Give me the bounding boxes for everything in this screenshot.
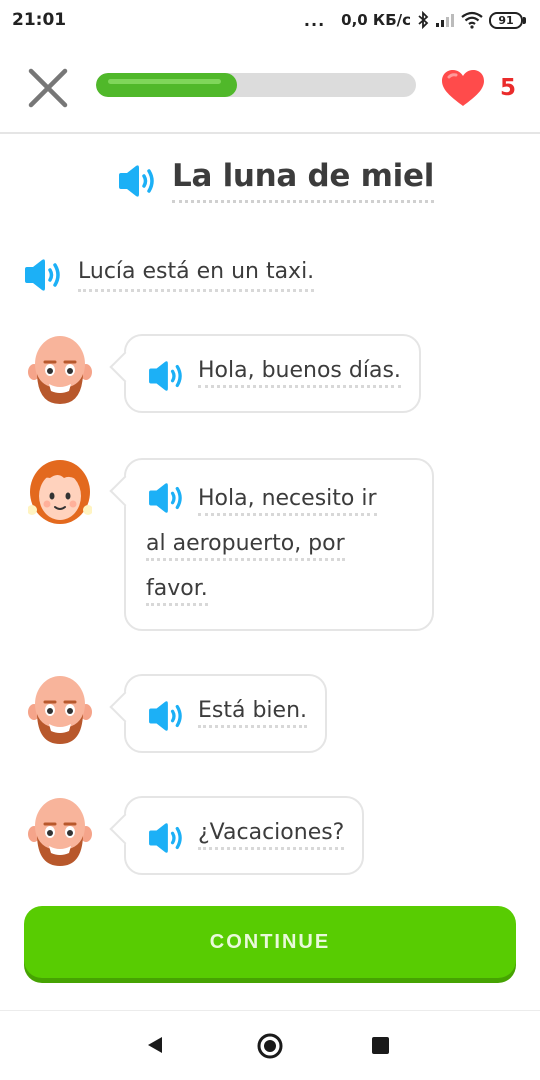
hearts-counter[interactable]: 5 [440,68,516,108]
speaker-icon[interactable] [146,700,186,732]
status-bar: 21:01 ... 0,0 КБ/с 91 [0,0,540,40]
bluetooth-icon [418,11,429,29]
speech-text[interactable]: Hola, necesito ir al aeropuerto, por fav… [146,476,414,611]
man-avatar [28,336,92,404]
continue-button[interactable]: CONTINUE [24,906,516,978]
speaker-icon[interactable] [22,258,64,292]
speaker-icon[interactable] [116,164,158,198]
hearts-count: 5 [500,75,517,101]
system-nav-bar [0,1010,540,1080]
speech-text[interactable]: Está bien. [198,688,308,733]
story-title-text[interactable]: La luna de miel [172,158,434,203]
notification-dots: ... [303,10,326,30]
close-button[interactable] [26,66,70,110]
story-title[interactable]: La luna de miel [116,158,434,203]
duolingo-story-screen: 21:01 ... 0,0 КБ/с 91 5 La luna de miel … [0,0,540,1080]
speech-text[interactable]: Hola, buenos días. [198,348,401,393]
speaker-icon[interactable] [146,822,186,854]
continue-label: CONTINUE [209,930,331,953]
man-avatar [28,798,92,866]
progress-bar [96,73,416,97]
speech-bubble[interactable]: ¿Vacaciones? [124,796,365,875]
signal-icon [436,14,454,27]
back-icon[interactable] [146,1035,164,1055]
lesson-header: 5 [0,40,540,134]
recents-icon[interactable] [372,1037,389,1054]
speech-bubble[interactable]: Está bien. [124,674,328,753]
status-time: 21:01 [12,10,67,30]
wifi-icon [461,11,483,29]
narration-text[interactable]: Lucía está en un taxi. [78,259,315,292]
status-icons: ... 0,0 КБ/с 91 [304,8,526,32]
close-icon [28,68,68,108]
narration-line[interactable]: Lucía está en un taxi. [22,258,315,292]
speech-bubble[interactable]: Hola, necesito ir al aeropuerto, por fav… [124,458,434,631]
woman-avatar [28,460,92,524]
network-speed: 0,0 КБ/с [341,11,411,29]
man-avatar [28,676,92,744]
progress-fill [96,73,237,97]
battery-level: 91 [489,11,523,29]
speech-bubble[interactable]: Hola, buenos días. [124,334,421,413]
battery-icon: 91 [489,11,526,29]
heart-icon [442,70,484,106]
speaker-icon[interactable] [146,482,186,514]
home-icon[interactable] [256,1032,284,1060]
speaker-icon[interactable] [146,360,186,392]
speech-text[interactable]: ¿Vacaciones? [198,810,345,855]
